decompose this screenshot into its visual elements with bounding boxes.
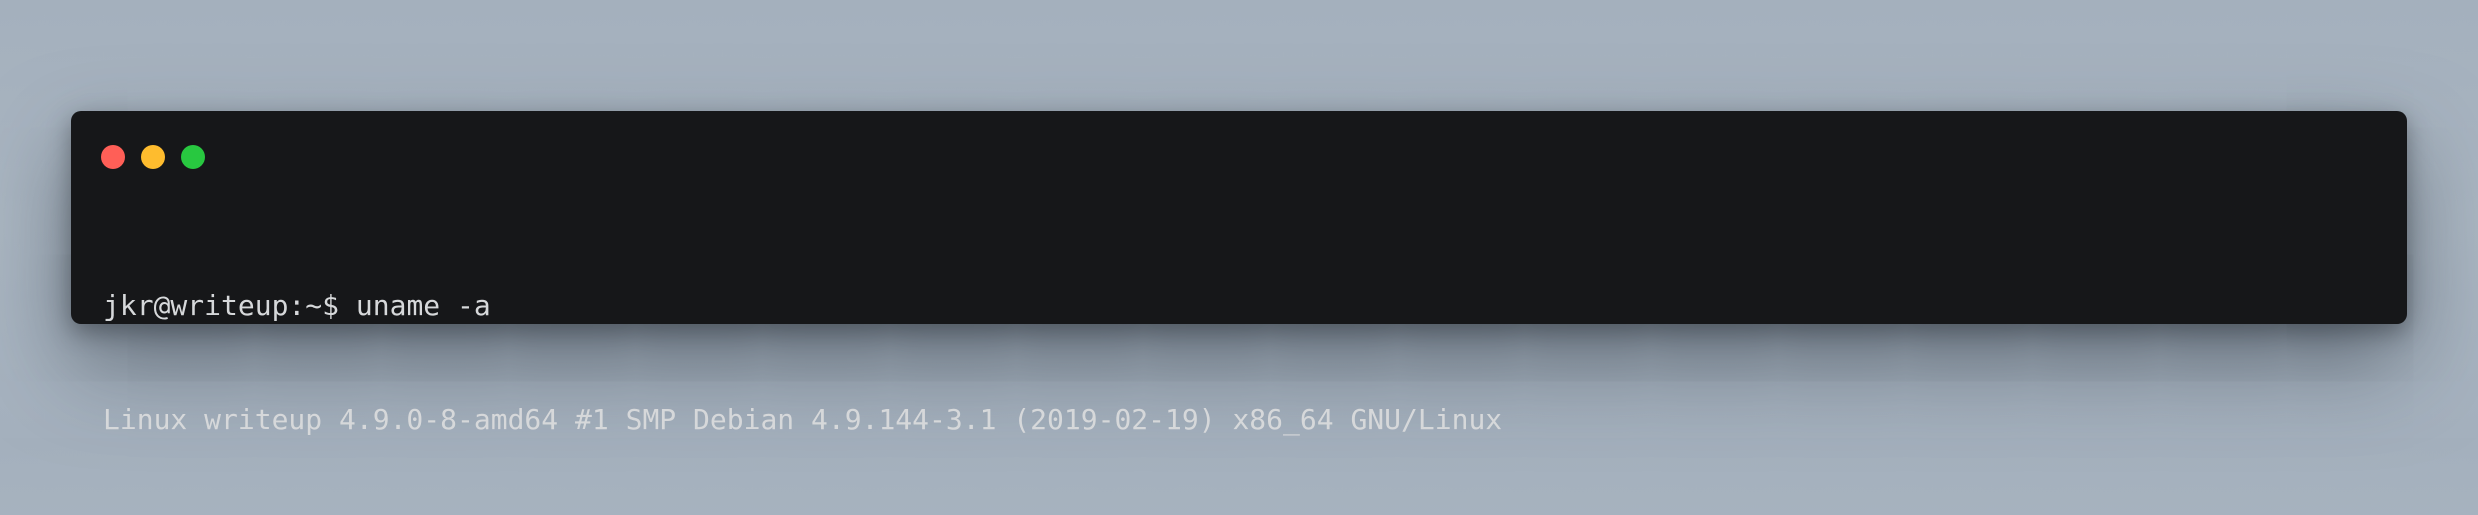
command-text: uname -a bbox=[339, 289, 491, 322]
command-line: jkr@writeup:~$ uname -a bbox=[103, 287, 2375, 325]
terminal-output[interactable]: jkr@writeup:~$ uname -a Linux writeup 4.… bbox=[103, 211, 2375, 515]
minimize-icon[interactable] bbox=[141, 145, 165, 169]
shell-prompt: jkr@writeup:~$ bbox=[103, 289, 340, 322]
output-line: Linux writeup 4.9.0-8-amd64 #1 SMP Debia… bbox=[103, 403, 1503, 436]
terminal-window: jkr@writeup:~$ uname -a Linux writeup 4.… bbox=[71, 111, 2407, 436]
maximize-icon[interactable] bbox=[181, 145, 205, 169]
close-icon[interactable] bbox=[101, 145, 125, 169]
window-controls bbox=[101, 145, 205, 169]
